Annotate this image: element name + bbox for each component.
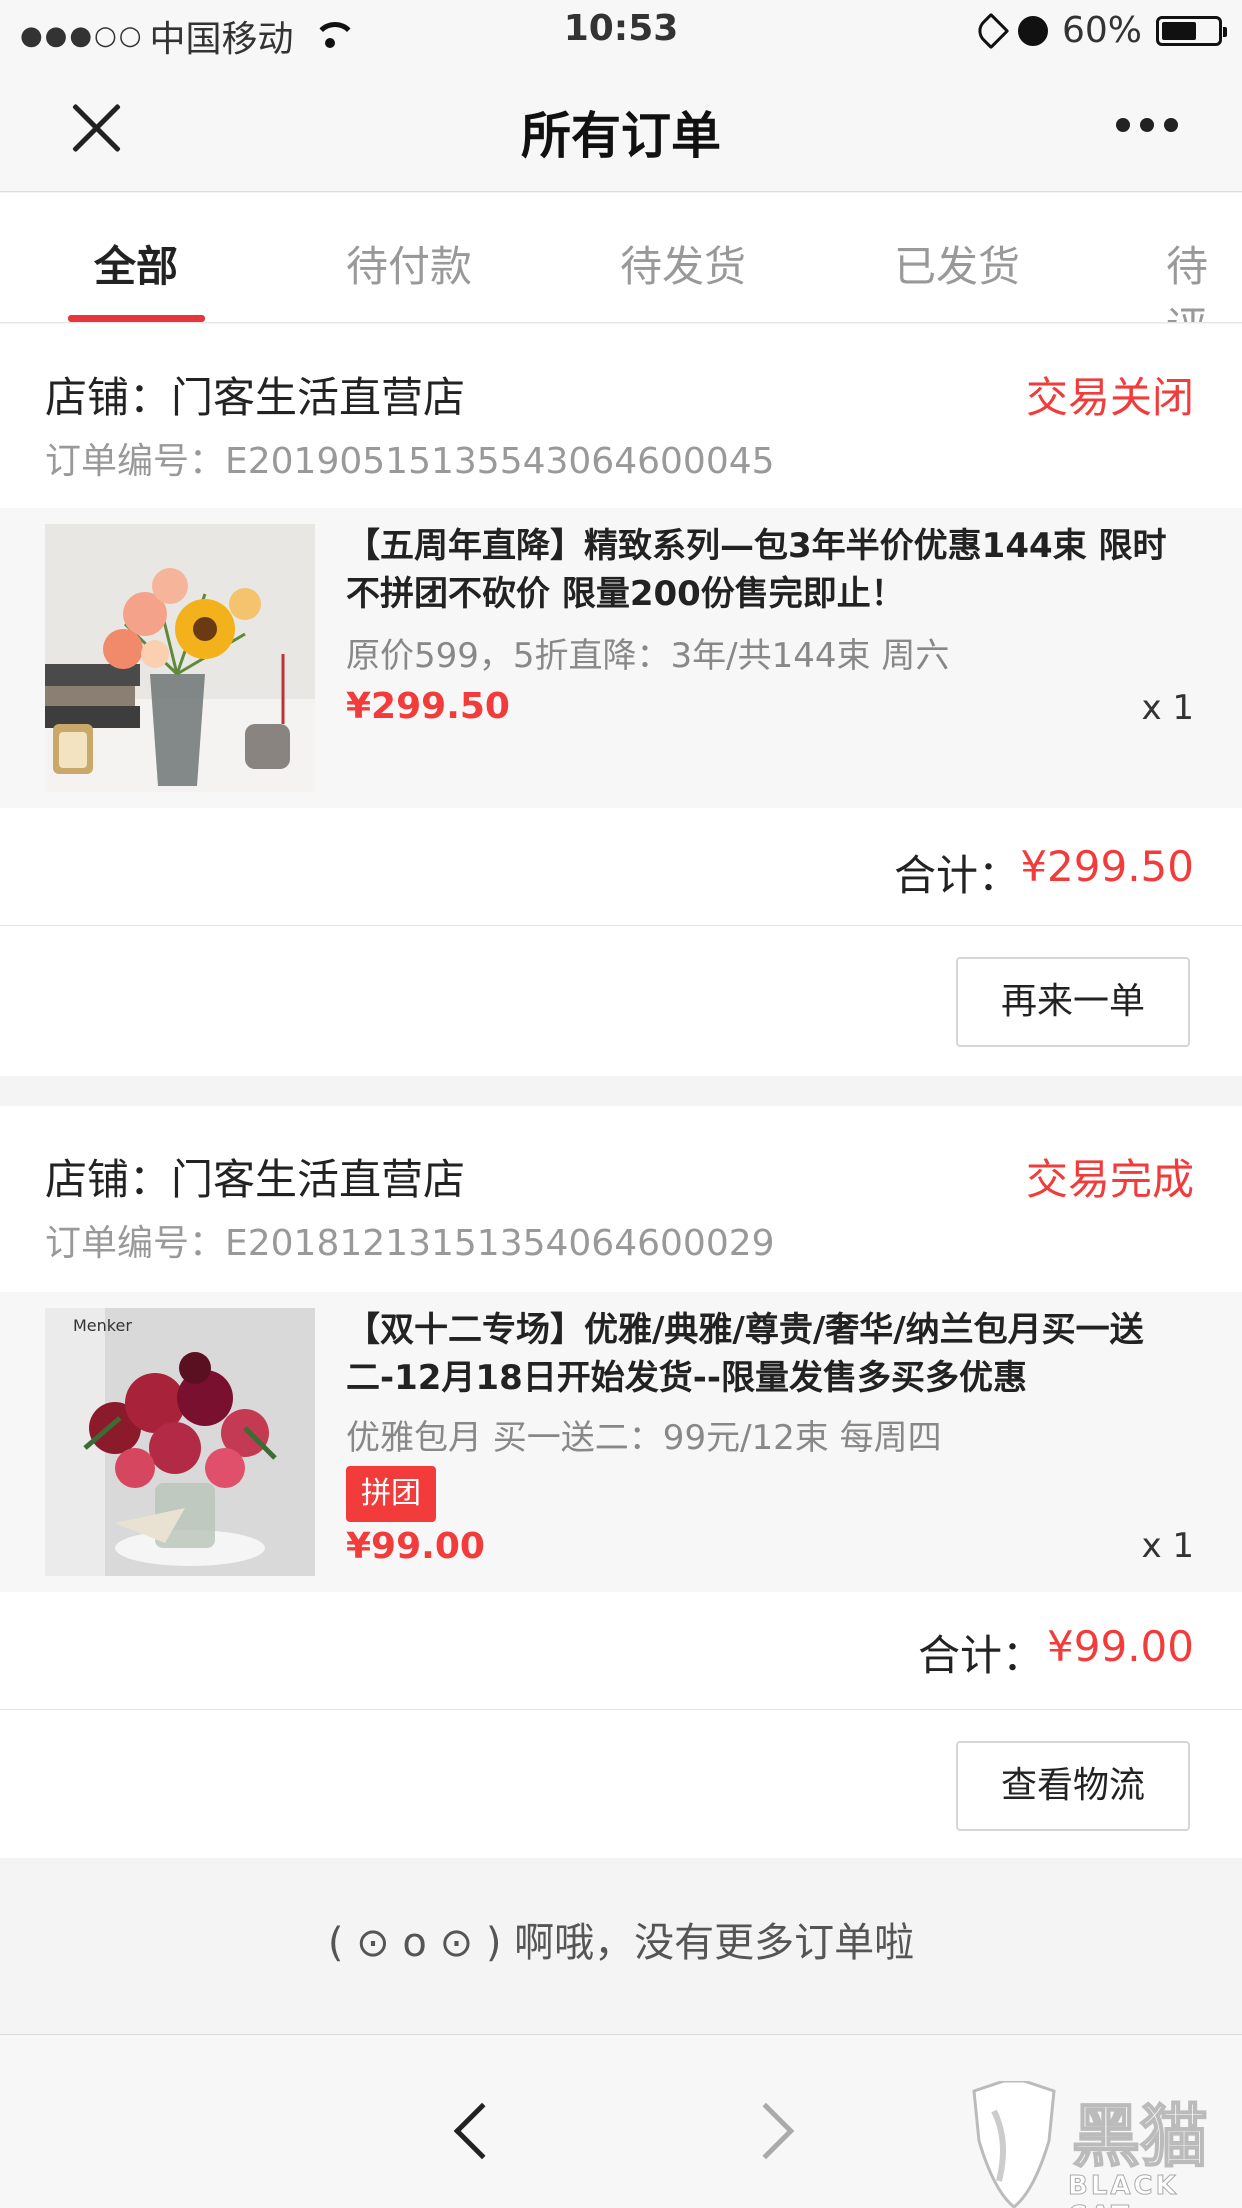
product-image (45, 524, 315, 792)
alarm-icon (1017, 15, 1048, 46)
order-total-row: 合计： ¥99.00 (0, 1592, 1242, 1710)
more-dots-icon[interactable] (1116, 118, 1178, 132)
product-title: 【双十二专场】优雅/典雅/尊贵/奢华/纳兰包月买一送二-12月18日开始发货--… (346, 1310, 1144, 1398)
back-arrow-icon[interactable] (453, 2102, 511, 2160)
battery-icon (1156, 15, 1227, 46)
track-logistics-button[interactable]: 查看物流 (956, 1741, 1190, 1831)
tab-shipped[interactable]: 已发货 (894, 233, 1020, 294)
order-tabs: 全部 待付款 待发货 已发货 待评 (0, 193, 1242, 323)
order-card: 店铺：门客生活直营店 交易完成 订单编号：E201812131513540646… (0, 1106, 1242, 1858)
forward-arrow-icon[interactable] (737, 2102, 795, 2160)
reorder-button[interactable]: 再来一单 (956, 957, 1190, 1047)
group-buy-badge: 拼团 (346, 1466, 436, 1522)
status-bar: ●●●○○ 中国移动 10:53 60% (0, 0, 1242, 60)
nav-bar: 所有订单 (0, 60, 1242, 192)
product-quantity: x 1 (1141, 688, 1194, 728)
product-price: ¥299.50 (346, 686, 510, 727)
total-label: 合计： (894, 851, 1021, 900)
total-value: ¥299.50 (1020, 842, 1194, 891)
watermark-text: 黑猫 (1071, 2097, 1209, 2178)
total-label: 合计： (918, 1631, 1045, 1680)
browser-toolbar: 黑猫 BLACK CAT (0, 2034, 1242, 2208)
tab-active-indicator (68, 315, 205, 322)
order-number: 订单编号：E20190515135543064600045 (45, 441, 775, 482)
shop-name[interactable]: 店铺：门客生活直营店 (45, 1146, 465, 1207)
tab-pending-payment[interactable]: 待付款 (346, 233, 472, 294)
order-status: 交易关闭 (1025, 373, 1194, 422)
tab-pending-shipment[interactable]: 待发货 (620, 233, 746, 294)
battery-percent: 60% (1061, 10, 1142, 51)
order-status: 交易完成 (1025, 1155, 1194, 1204)
order-item[interactable]: 【五周年直降】精致系列—包3年半价优惠144束 限时不拼团不砍价 限量200份售… (0, 508, 1242, 808)
product-quantity: x 1 (1141, 1526, 1194, 1566)
order-item[interactable]: Menker 【双十二专场】优雅/典雅/尊贵/奢华/纳兰包月买一送二-12月18… (0, 1292, 1242, 1592)
watermark-logo: 黑猫 BLACK CAT (964, 2081, 1234, 2208)
total-value: ¥99.00 (1047, 1622, 1194, 1671)
order-number: 订单编号：E20181213151354064600029 (45, 1223, 775, 1264)
tab-all[interactable]: 全部 (94, 233, 178, 294)
order-total-row: 合计： ¥299.50 (0, 808, 1242, 926)
location-icon (972, 12, 1010, 49)
watermark-subtext: BLACK CAT (1068, 2171, 1179, 2208)
product-spec: 优雅包月 买一送二：99元/12束 每周四 (346, 1418, 942, 1458)
product-image: Menker (45, 1308, 315, 1576)
order-card: 店铺：门客生活直营店 交易关闭 订单编号：E201905151355430646… (0, 324, 1242, 1076)
product-title: 【五周年直降】精致系列—包3年半价优惠144束 限时不拼团不砍价 限量200份售… (346, 526, 1167, 614)
product-spec: 原价599，5折直降：3年/共144束 周六 (346, 636, 950, 676)
brand-label: Menker (73, 1316, 132, 1335)
shop-name[interactable]: 店铺：门客生活直营店 (45, 364, 465, 425)
end-of-list-message: ( ⊙ o ⊙ ) 啊哦，没有更多订单啦 (327, 1920, 915, 1966)
page-title: 所有订单 (521, 107, 721, 165)
product-price: ¥99.00 (346, 1526, 485, 1567)
tab-pending-review[interactable]: 待评 (1166, 233, 1242, 322)
